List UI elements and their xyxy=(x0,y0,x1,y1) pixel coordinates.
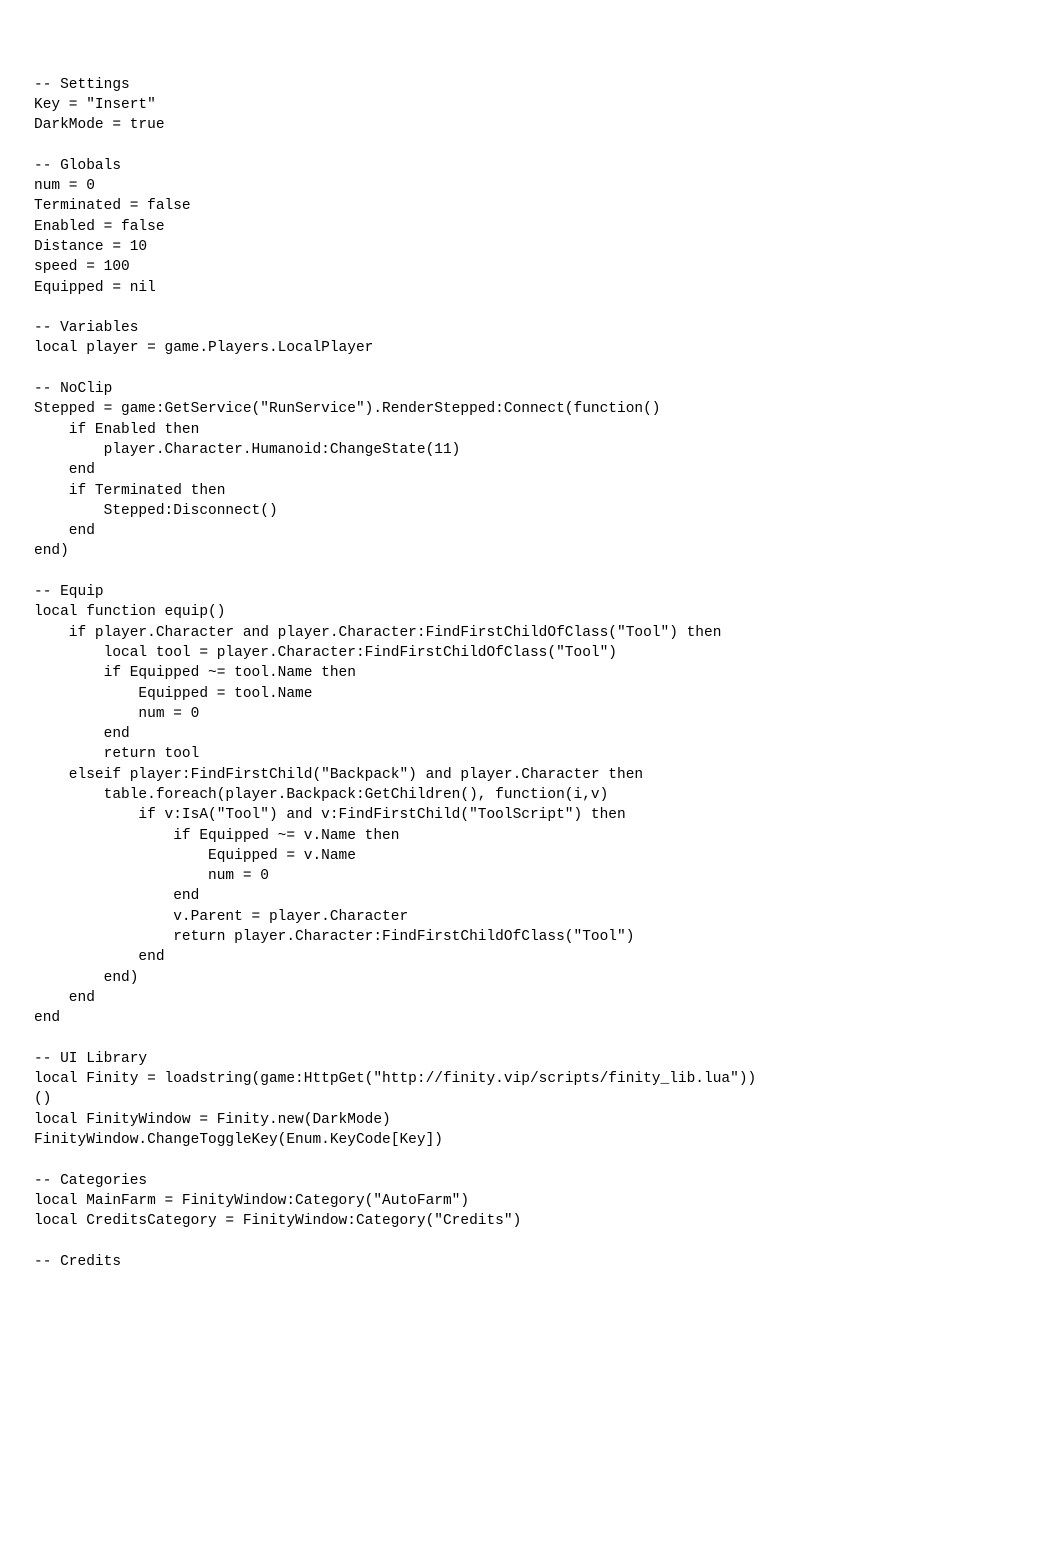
code-document: -- Settings Key = "Insert" DarkMode = tr… xyxy=(34,75,1028,1273)
